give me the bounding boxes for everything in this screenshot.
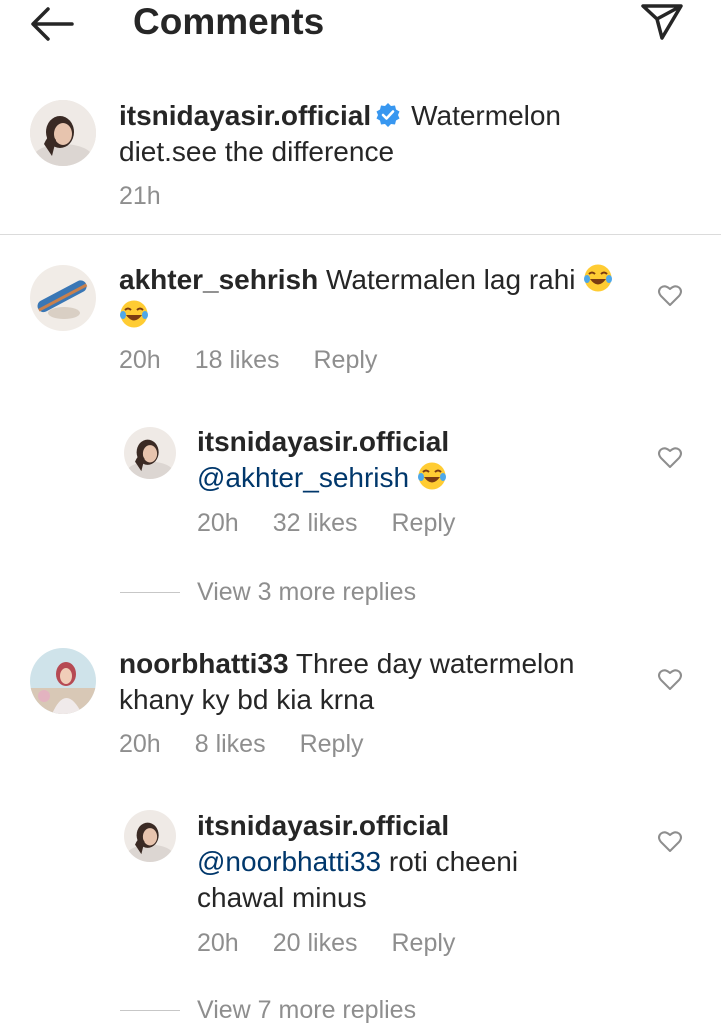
caption-line1: Watermelon xyxy=(411,100,562,131)
view-replies-line xyxy=(120,592,180,593)
avatar[interactable] xyxy=(124,427,176,479)
mention-link[interactable]: @akhter_sehrish xyxy=(197,462,409,493)
comment-body: Three day watermelon xyxy=(295,648,575,679)
comment-username[interactable]: akhter_sehrish xyxy=(119,264,318,295)
avatar[interactable] xyxy=(30,100,96,166)
reply-username[interactable]: itsnidayasir.official xyxy=(197,426,449,457)
comment-username[interactable]: noorbhatti33 xyxy=(119,648,289,679)
comment-meta: 20h 8 likes Reply xyxy=(119,729,398,759)
likes-count[interactable]: 32 likes xyxy=(273,509,358,537)
reply-button[interactable]: Reply xyxy=(391,929,455,957)
avatar[interactable] xyxy=(124,810,176,862)
reply-text: itsnidayasir.official @akhter_sehrish xyxy=(197,424,637,496)
view-replies-line xyxy=(120,1010,180,1011)
likes-count[interactable]: 18 likes xyxy=(195,346,280,374)
reply-time: 20h xyxy=(197,929,239,957)
reply-meta: 20h 20 likes Reply xyxy=(197,928,489,958)
paper-plane-icon[interactable] xyxy=(640,2,684,42)
view-more-replies[interactable]: View 3 more replies xyxy=(197,577,416,607)
reply-meta: 20h 32 likes Reply xyxy=(197,508,489,538)
caption-text: itsnidayasir.official Watermelon diet.see… xyxy=(119,98,699,170)
comment-text: noorbhatti33 Three day watermelon khany … xyxy=(119,646,639,718)
heart-outline-icon[interactable] xyxy=(657,284,683,308)
heart-outline-icon[interactable] xyxy=(657,668,683,692)
comment-text: akhter_sehrish Watermalen lag rahi xyxy=(119,262,639,334)
reply-button[interactable]: Reply xyxy=(391,509,455,537)
caption-line2: diet.see the difference xyxy=(119,136,395,167)
avatar[interactable] xyxy=(30,265,96,331)
caption-time: 21h xyxy=(119,182,161,210)
comment-meta: 20h 18 likes Reply xyxy=(119,345,411,375)
reply-body: chawal minus xyxy=(197,882,367,913)
divider xyxy=(0,234,721,235)
view-more-replies[interactable]: View 7 more replies xyxy=(197,995,416,1025)
laughing-emoji-icon xyxy=(583,263,613,293)
reply-button[interactable]: Reply xyxy=(300,730,364,758)
laughing-emoji-icon xyxy=(417,461,447,491)
likes-count[interactable]: 20 likes xyxy=(273,929,358,957)
comment-time: 20h xyxy=(119,730,161,758)
caption-username[interactable]: itsnidayasir.official xyxy=(119,100,371,131)
back-arrow-icon[interactable] xyxy=(28,6,76,42)
reply-body: roti cheeni xyxy=(388,846,519,877)
heart-outline-icon[interactable] xyxy=(657,830,683,854)
comment-time: 20h xyxy=(119,346,161,374)
heart-outline-icon[interactable] xyxy=(657,446,683,470)
verified-badge-icon xyxy=(375,101,401,127)
avatar[interactable] xyxy=(30,648,96,714)
comment-body: Watermalen lag rahi xyxy=(326,264,576,295)
caption-meta: 21h xyxy=(119,181,195,211)
laughing-emoji-icon xyxy=(119,299,149,329)
page-title: Comments xyxy=(133,1,325,42)
reply-button[interactable]: Reply xyxy=(313,346,377,374)
reply-time: 20h xyxy=(197,509,239,537)
reply-text: itsnidayasir.official @noorbhatti33 roti… xyxy=(197,808,637,916)
likes-count[interactable]: 8 likes xyxy=(195,730,266,758)
reply-username[interactable]: itsnidayasir.official xyxy=(197,810,449,841)
mention-link[interactable]: @noorbhatti33 xyxy=(197,846,381,877)
comment-body: khany ky bd kia krna xyxy=(119,684,375,715)
